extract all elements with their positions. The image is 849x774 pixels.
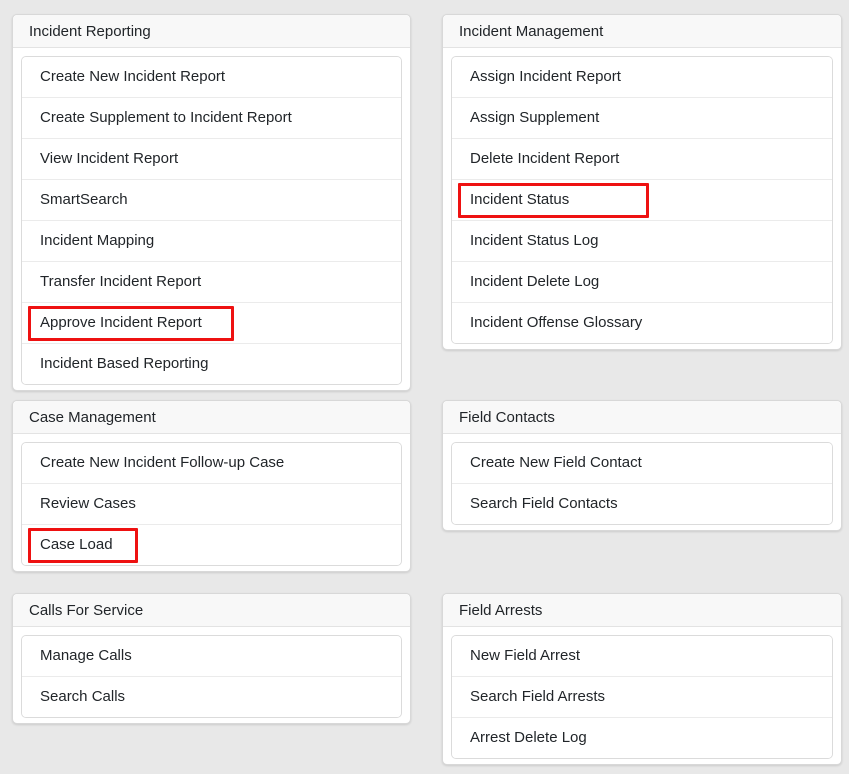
menu-item-label: Search Field Arrests [470,688,605,705]
panel-title: Calls For Service [29,602,143,619]
panel-body: Create New Incident Report Create Supple… [13,48,410,390]
panel-title: Incident Reporting [29,23,151,40]
panel-header-incident-management: Incident Management [443,15,841,48]
panel-header-field-contacts: Field Contacts [443,401,841,434]
menu-item-approve-incident-report[interactable]: Approve Incident Report [22,303,401,344]
panel-body: Create New Field Contact Search Field Co… [443,434,841,530]
menu-item-label: Incident Offense Glossary [470,314,642,331]
menu-item-incident-mapping[interactable]: Incident Mapping [22,221,401,262]
menu-item-label: Approve Incident Report [40,314,202,331]
panel-header-calls-for-service: Calls For Service [13,594,410,627]
menu-item-label: Search Field Contacts [470,495,618,512]
menu-item-create-new-incident-report[interactable]: Create New Incident Report [22,57,401,98]
menu-list: Assign Incident Report Assign Supplement… [451,56,833,344]
panel-field-arrests: Field Arrests New Field Arrest Search Fi… [442,593,842,765]
menu-item-label: SmartSearch [40,191,128,208]
menu-item-label: Incident Delete Log [470,273,599,290]
menu-item-label: Incident Status [470,191,569,208]
panel-body: Assign Incident Report Assign Supplement… [443,48,841,349]
menu-item-incident-offense-glossary[interactable]: Incident Offense Glossary [452,303,832,343]
panel-body: Manage Calls Search Calls [13,627,410,723]
menu-item-delete-incident-report[interactable]: Delete Incident Report [452,139,832,180]
menu-item-create-new-incident-follow-up-case[interactable]: Create New Incident Follow-up Case [22,443,401,484]
menu-item-label: Delete Incident Report [470,150,619,167]
menu-item-label: Case Load [40,536,113,553]
menu-item-view-incident-report[interactable]: View Incident Report [22,139,401,180]
menu-list: Create New Incident Report Create Supple… [21,56,402,385]
menu-item-label: Assign Supplement [470,109,599,126]
row-1: Incident Reporting Create New Incident R… [12,14,838,391]
menu-item-transfer-incident-report[interactable]: Transfer Incident Report [22,262,401,303]
panel-calls-for-service: Calls For Service Manage Calls Search Ca… [12,593,411,724]
menu-item-label: View Incident Report [40,150,178,167]
menu-list: Manage Calls Search Calls [21,635,402,718]
menu-item-label: Search Calls [40,688,125,705]
menu-item-label: Review Cases [40,495,136,512]
menu-item-label: Incident Status Log [470,232,598,249]
menu-item-label: Transfer Incident Report [40,273,201,290]
menu-item-label: New Field Arrest [470,647,580,664]
menu-item-review-cases[interactable]: Review Cases [22,484,401,525]
panel-title: Incident Management [459,23,603,40]
menu-item-label: Incident Mapping [40,232,154,249]
menu-item-manage-calls[interactable]: Manage Calls [22,636,401,677]
menu-item-incident-based-reporting[interactable]: Incident Based Reporting [22,344,401,384]
menu-item-search-field-arrests[interactable]: Search Field Arrests [452,677,832,718]
menu-list: Create New Field Contact Search Field Co… [451,442,833,525]
menu-item-search-field-contacts[interactable]: Search Field Contacts [452,484,832,524]
menu-list: New Field Arrest Search Field Arrests Ar… [451,635,833,759]
menu-item-arrest-delete-log[interactable]: Arrest Delete Log [452,718,832,758]
menu-item-incident-delete-log[interactable]: Incident Delete Log [452,262,832,303]
menu-item-case-load[interactable]: Case Load [22,525,401,565]
menu-list: Create New Incident Follow-up Case Revie… [21,442,402,566]
menu-item-assign-incident-report[interactable]: Assign Incident Report [452,57,832,98]
menu-item-label: Create New Field Contact [470,454,642,471]
panel-body: New Field Arrest Search Field Arrests Ar… [443,627,841,764]
panel-incident-reporting: Incident Reporting Create New Incident R… [12,14,411,391]
panel-incident-management: Incident Management Assign Incident Repo… [442,14,842,350]
menu-item-incident-status-log[interactable]: Incident Status Log [452,221,832,262]
menu-item-create-supplement-to-incident-report[interactable]: Create Supplement to Incident Report [22,98,401,139]
panel-title: Case Management [29,409,156,426]
menu-item-label: Create New Incident Report [40,68,225,85]
menu-item-label: Create Supplement to Incident Report [40,109,292,126]
panel-field-contacts: Field Contacts Create New Field Contact … [442,400,842,531]
menu-item-create-new-field-contact[interactable]: Create New Field Contact [452,443,832,484]
panel-title: Field Arrests [459,602,542,619]
menu-item-label: Arrest Delete Log [470,729,587,746]
menu-item-incident-status[interactable]: Incident Status [452,180,832,221]
row-2: Case Management Create New Incident Foll… [12,400,838,572]
row-3: Calls For Service Manage Calls Search Ca… [12,593,838,765]
menu-item-new-field-arrest[interactable]: New Field Arrest [452,636,832,677]
menu-item-label: Incident Based Reporting [40,355,208,372]
menu-item-label: Assign Incident Report [470,68,621,85]
panel-case-management: Case Management Create New Incident Foll… [12,400,411,572]
menu-item-smartsearch[interactable]: SmartSearch [22,180,401,221]
panel-body: Create New Incident Follow-up Case Revie… [13,434,410,571]
menu-item-search-calls[interactable]: Search Calls [22,677,401,717]
page-container: Incident Reporting Create New Incident R… [0,0,849,765]
menu-item-assign-supplement[interactable]: Assign Supplement [452,98,832,139]
menu-item-label: Create New Incident Follow-up Case [40,454,284,471]
panel-title: Field Contacts [459,409,555,426]
panel-header-incident-reporting: Incident Reporting [13,15,410,48]
menu-item-label: Manage Calls [40,647,132,664]
panel-header-case-management: Case Management [13,401,410,434]
panel-header-field-arrests: Field Arrests [443,594,841,627]
